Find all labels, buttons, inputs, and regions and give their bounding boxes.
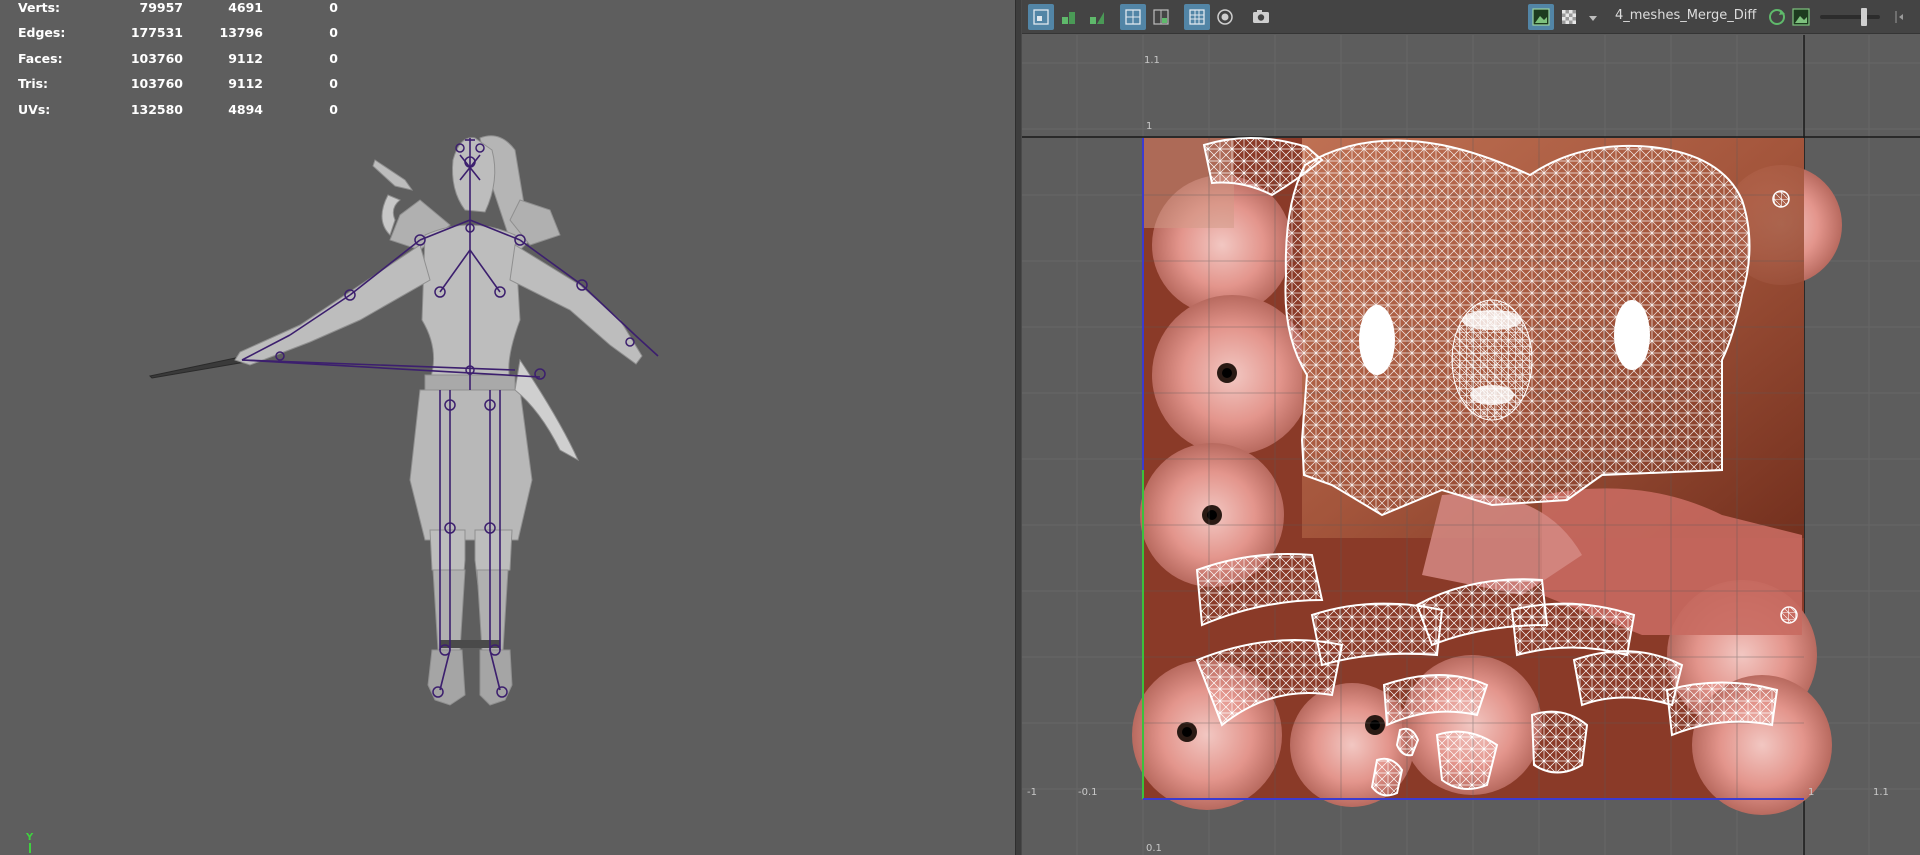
- uv-editor-toolbar: 4_meshes_Merge_Diff: [1022, 0, 1920, 34]
- display-image-icon[interactable]: [1528, 4, 1554, 30]
- hud-label: Verts:: [18, 0, 61, 15]
- grid-icon[interactable]: [1120, 4, 1146, 30]
- dropdown-arrow-icon[interactable]: [1584, 4, 1600, 30]
- panel-menu-icon[interactable]: [1890, 4, 1904, 30]
- uv-shell-icon[interactable]: [1028, 4, 1054, 30]
- checker-grid-icon[interactable]: [1184, 4, 1210, 30]
- stacked2-icon[interactable]: [1084, 4, 1110, 30]
- hud-label: Tris:: [18, 76, 49, 92]
- grid2-icon[interactable]: [1148, 4, 1174, 30]
- hud-value-component: 0: [329, 0, 338, 15]
- uv-editor-panel: 4_meshes_Merge_Diff 1.1 1 -1 -0.1 1 1.1 …: [1022, 0, 1920, 855]
- hud-value-scene: 132580: [130, 101, 183, 117]
- hud-value-selected: 13796: [219, 25, 264, 41]
- hud-row-edges: Edges: 177531 13796 0: [18, 25, 338, 50]
- uv-coord-label: 0.1: [1146, 843, 1162, 854]
- hud-label: UVs:: [18, 101, 51, 117]
- image-icon[interactable]: [1788, 4, 1814, 30]
- axis-y-line: [29, 843, 31, 853]
- uv-shell-face[interactable]: [1284, 139, 1751, 517]
- axis-y-label: Y: [26, 832, 34, 843]
- uv-grid-and-texture[interactable]: [1022, 35, 1920, 855]
- hud-label: Faces:: [18, 50, 63, 66]
- poly-count-hud: Verts: 79957 4691 0 Edges: 177531 13796 …: [18, 0, 338, 127]
- uv-coord-label: 1: [1808, 787, 1815, 798]
- hud-value-selected: 9112: [228, 76, 263, 92]
- hud-label: Edges:: [18, 25, 66, 41]
- hud-value-selected: 4894: [228, 101, 263, 117]
- hud-value-component: 0: [329, 76, 338, 92]
- hud-row-tris: Tris: 103760 9112 0: [18, 76, 338, 101]
- skeleton-joints[interactable]: [241, 138, 659, 691]
- hud-row-verts: Verts: 79957 4691 0: [18, 0, 338, 25]
- uv-texture-canvas[interactable]: 1.1 1 -1 -0.1 1 1.1 0.1: [1022, 35, 1920, 855]
- hud-value-component: 0: [329, 25, 338, 41]
- hud-value-scene: 79957: [139, 0, 184, 15]
- uv-coord-label: 1.1: [1873, 787, 1889, 798]
- exposure-slider[interactable]: [1820, 8, 1880, 26]
- character-mesh[interactable]: [148, 135, 643, 706]
- hud-value-component: 0: [329, 101, 338, 117]
- panel-splitter[interactable]: [1015, 0, 1022, 855]
- hud-value-component: 0: [329, 50, 338, 66]
- hud-value-selected: 9112: [228, 50, 263, 66]
- character-model[interactable]: [120, 120, 760, 760]
- uv-coord-label: 1: [1146, 121, 1153, 132]
- stacked-icon[interactable]: [1056, 4, 1082, 30]
- perspective-viewport[interactable]: Verts: 79957 4691 0 Edges: 177531 13796 …: [0, 0, 1015, 855]
- maya-workspace: Verts: 79957 4691 0 Edges: 177531 13796 …: [0, 0, 1920, 855]
- uv-coord-label: -1: [1027, 787, 1037, 798]
- hud-value-scene: 103760: [130, 76, 183, 92]
- checker-icon[interactable]: [1556, 4, 1582, 30]
- texture-name-label[interactable]: 4_meshes_Merge_Diff: [1615, 8, 1756, 23]
- view-axis-indicator: Y: [26, 832, 33, 853]
- hud-value-scene: 177531: [130, 25, 183, 41]
- hud-row-faces: Faces: 103760 9112 0: [18, 51, 338, 76]
- uv-coord-label: -0.1: [1078, 787, 1098, 798]
- snapshot-icon[interactable]: [1248, 4, 1274, 30]
- distortion-icon[interactable]: [1212, 4, 1238, 30]
- refresh-icon[interactable]: [1764, 4, 1790, 30]
- exposure-slider-handle[interactable]: [1861, 8, 1867, 26]
- hud-value-selected: 4691: [228, 0, 263, 15]
- uv-coord-label: 1.1: [1144, 55, 1160, 66]
- hud-value-scene: 103760: [130, 50, 183, 66]
